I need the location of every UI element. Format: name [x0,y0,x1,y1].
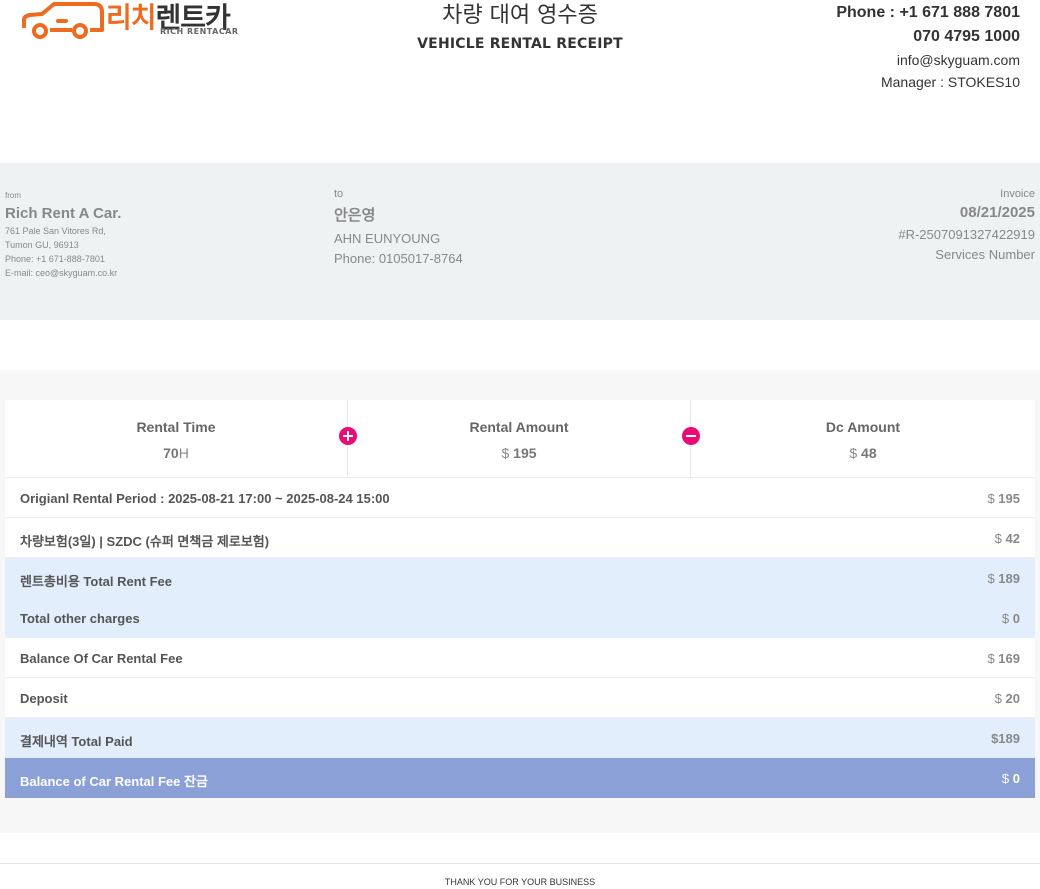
contact-email[interactable]: info@skyguam.com [836,52,1020,68]
from-address-line1: 761 Pale San Vitores Rd, [5,226,106,236]
charges-table: Origianl Rental Period : 2025-08-21 17:0… [5,478,1035,798]
table-row: Balance of Car Rental Fee 잔금 $ 0 [5,758,1035,798]
row-label: Deposit [20,691,68,706]
row-currency: $ [994,531,1002,546]
row-value: 0 [1012,611,1020,626]
to-name-english: AHN EUNYOUNG [334,231,441,246]
row-currency: $ [987,651,995,666]
rental-amount-cell: Rental Amount $ 195 [347,400,690,478]
company-logo: 리치렌트카 RICH RENTACAR [20,0,238,42]
row-label: Total other charges [20,611,140,626]
minus-circle-icon [682,427,700,445]
rental-time-label: Rental Time [136,419,216,435]
rental-amount-number: 195 [513,445,537,461]
row-amount: $ 189 [987,571,1020,586]
row-value: $189 [991,731,1020,746]
table-row: 렌트총비용 Total Rent Fee $ 189 [5,558,1035,598]
row-amount: $189 [991,731,1020,746]
footer-text: THANK YOU FOR YOUR BUSINESS [444,877,596,887]
title-korean: 차량 대여 영수증 [442,3,598,28]
row-amount: $ 0 [1002,771,1020,786]
row-amount: $ 0 [1002,611,1020,626]
rental-time-number: 70 [163,445,179,461]
invoice-label: Invoice [1000,188,1035,200]
row-amount: $ 169 [987,651,1020,666]
table-row: Deposit $ 20 [5,678,1035,718]
from-label: from [5,191,21,200]
row-label: 결제내역 Total Paid [20,734,133,749]
dc-amount-number: 48 [861,445,877,461]
dc-amount-currency: $ [849,445,858,461]
row-amount: $ 195 [987,491,1020,506]
logo-text-orange: 리치 [106,1,157,34]
table-row: 차량보험(3일) | SZDC (슈퍼 면책금 제로보험) $ 42 [5,518,1035,558]
from-block: from Rich Rent A Car. 761 Pale San Vitor… [5,191,121,280]
row-value: 189 [998,571,1020,586]
row-value: 195 [998,491,1020,506]
from-phone: Phone: +1 671-888-7801 [5,254,105,264]
table-row: 결제내역 Total Paid $189 [5,718,1035,758]
receipt-panel: Rental Time 70H Rental Amount $ 195 Dc A… [0,370,1040,833]
invoice-block: Invoice 08/21/2025 #R-2507091327422919 S… [898,188,1035,262]
row-currency: $ [987,571,995,586]
to-phone: Phone: 0105017-8764 [334,251,463,266]
rental-amount-currency: $ [501,445,510,461]
row-currency: $ [1001,611,1010,626]
to-label: to [334,188,344,200]
car-logo-icon [22,2,104,39]
receipt-title: 차량 대여 영수증 VEHICLE RENTAL RECEIPT [320,0,720,52]
row-value: 169 [998,651,1020,666]
contact-phone-primary: Phone : +1 671 888 7801 [836,4,1020,21]
rental-amount-value: $ 195 [348,445,690,461]
table-row: Total other charges $ 0 [5,598,1035,638]
plus-circle-icon [339,427,357,445]
to-block: to 안은영 AHN EUNYOUNG Phone: 0105017-8764 [334,188,463,266]
row-value: 42 [1005,531,1020,546]
row-currency: $ [1001,771,1010,786]
row-label: Balance of Car Rental Fee 잔금 [20,774,208,789]
row-label: Origianl Rental Period : 2025-08-21 17:0… [20,491,390,506]
row-currency: $ [994,691,1002,706]
invoice-number: #R-2507091327422919 [898,227,1035,242]
services-number-label: Services Number [935,247,1035,262]
to-name-korean: 안은영 [334,207,376,224]
row-value: 20 [1005,691,1020,706]
row-label: Balance Of Car Rental Fee [20,651,183,666]
manager-label: Manager : STOKES10 [880,74,1020,90]
row-value: 0 [1012,771,1020,786]
from-email: E-mail: ceo@skyguam.co.kr [5,268,118,278]
row-amount: $ 42 [995,531,1020,546]
dc-amount-cell: Dc Amount $ 48 [690,400,1035,478]
row-label: 차량보험(3일) | SZDC (슈퍼 면책금 제로보험) [20,534,270,549]
rental-time-cell: Rental Time 70H [5,400,347,478]
receipt-footer: THANK YOU FOR YOUR BUSINESS [0,863,1040,889]
logo-subtitle: RICH RENTACAR [160,27,239,36]
contact-phone-secondary: 070 4795 1000 [913,28,1020,45]
dc-amount-value: $ 48 [691,445,1035,461]
invoice-date: 08/21/2025 [959,204,1035,221]
rental-amount-label: Rental Amount [469,419,569,435]
receipt-header: 리치렌트카 RICH RENTACAR 차량 대여 영수증 VEHICLE RE… [0,0,1040,163]
from-address-line2: Tumon GU, 96913 [5,240,79,250]
row-label: 렌트총비용 Total Rent Fee [20,574,173,589]
rental-time-value: 70H [5,445,347,461]
table-row: Balance Of Car Rental Fee $ 169 [5,638,1035,678]
contact-info: Phone : +1 671 888 7801 070 4795 1000 in… [836,4,1020,90]
rental-time-unit: H [178,445,189,461]
summary-bar: Rental Time 70H Rental Amount $ 195 Dc A… [5,400,1035,478]
from-name: Rich Rent A Car. [5,205,122,222]
info-band: from Rich Rent A Car. 761 Pale San Vitor… [0,163,1040,320]
table-row: Origianl Rental Period : 2025-08-21 17:0… [5,478,1035,518]
title-english: VEHICLE RENTAL RECEIPT [417,36,623,52]
row-currency: $ [987,491,995,506]
dc-amount-label: Dc Amount [825,419,901,435]
row-amount: $ 20 [995,691,1020,706]
